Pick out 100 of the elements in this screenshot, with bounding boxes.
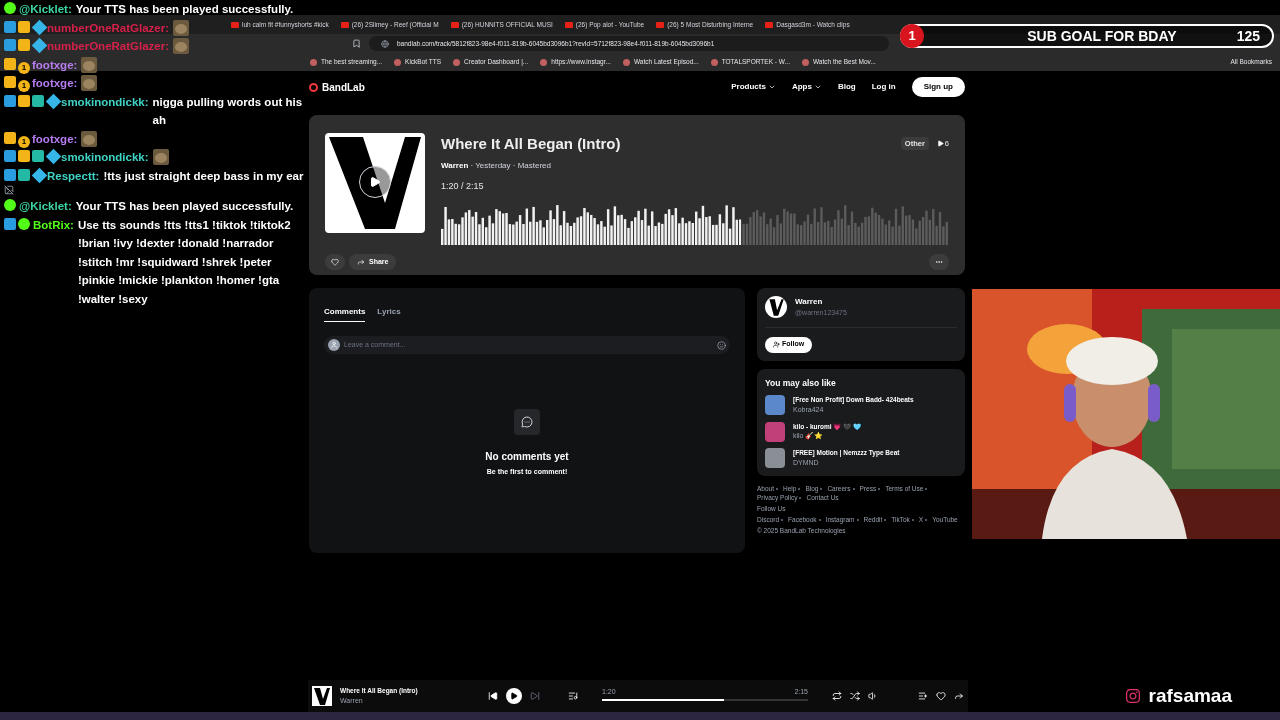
emote-icon <box>173 38 190 54</box>
track-meta: · Yesterday · Mastered <box>470 160 551 170</box>
shuffle-icon[interactable] <box>850 691 860 701</box>
goal-target: 125 <box>1236 26 1260 46</box>
profile-name[interactable]: Warren <box>795 296 847 308</box>
favicon-icon <box>801 58 809 66</box>
track-time: 1:20 / 2:15 <box>441 179 485 193</box>
section-heading: You may also like <box>765 376 837 390</box>
crown-badge-icon <box>4 131 16 144</box>
favicon-icon <box>394 58 402 66</box>
verified-badge-icon <box>4 199 16 211</box>
cover-icon <box>312 686 332 706</box>
avatar-icon <box>765 296 787 319</box>
youtube-icon <box>564 21 573 28</box>
favicon-icon <box>622 58 630 66</box>
grid-badge-icon <box>18 168 30 181</box>
tab[interactable]: Lyrics <box>377 306 401 322</box>
more-icon <box>935 258 943 266</box>
add-to-playlist-icon[interactable] <box>918 691 928 701</box>
queue-icon[interactable] <box>568 691 578 701</box>
youtube-icon <box>656 21 665 28</box>
crown-badge-icon <box>4 76 16 88</box>
bandlab-logo-icon <box>309 82 318 92</box>
moderator-badge-icon <box>4 168 16 181</box>
site-logo[interactable]: BandLab <box>309 79 365 95</box>
play-count-icon <box>936 140 944 148</box>
emote-icon <box>152 149 169 165</box>
chat-message: Use tts sounds !tts !tts1 !tiktok !tiktok2 !brian !ivy !dexter !donald !narrador !stitch !mr !squidward !shrek !peter !pinkie !mickie !plankton !homer !gta !walter !sexy <box>77 217 292 307</box>
more-options-button[interactable] <box>929 254 949 270</box>
moderator-badge-icon <box>4 94 16 107</box>
empty-title: No comments yet <box>485 450 569 464</box>
previous-icon[interactable] <box>488 691 498 701</box>
progress-bar[interactable] <box>602 699 808 702</box>
emoji-icon[interactable] <box>717 340 726 350</box>
verified-badge-icon <box>18 217 30 230</box>
favicon-icon <box>540 58 548 66</box>
chat-username: footxge: <box>32 58 78 71</box>
moderator-badge-icon <box>4 217 16 230</box>
chevron-icon <box>767 83 776 91</box>
chat-username: @Kicklet: <box>19 200 72 212</box>
volume-icon[interactable] <box>868 691 878 701</box>
chat-message: Your TTS has been played successfully. <box>75 199 294 214</box>
share-icon[interactable] <box>954 691 964 701</box>
like-button[interactable] <box>325 254 345 270</box>
chat-message: nigga pulling words out his ah <box>152 94 304 128</box>
track-title: Where It All Began (Intro) <box>441 134 621 154</box>
coin-badge: 1 <box>18 135 30 148</box>
emote-icon <box>81 75 98 91</box>
nav-link[interactable]: Log in <box>871 81 896 93</box>
chat-message: Your TTS has been played successfully. <box>75 2 294 17</box>
chat-username: @Kicklet: <box>19 3 72 15</box>
instagram-handle: rafsamaa <box>1148 683 1232 708</box>
like-icon[interactable] <box>936 691 946 701</box>
broken-image-icon <box>4 185 14 195</box>
grid-badge-icon <box>32 150 44 162</box>
chat-username: footxge: <box>32 77 78 89</box>
coin-badge: 1 <box>18 80 30 93</box>
chat-username: Respectt: <box>47 169 100 182</box>
moderator-badge-icon <box>4 150 16 162</box>
chevron-icon <box>813 83 822 91</box>
chat-username: footxge: <box>32 132 78 145</box>
chat-username: numberOneRatGlazer: <box>47 40 170 52</box>
bookmark-icon[interactable] <box>352 39 361 48</box>
chat-username: numberOneRatGlazer: <box>47 21 170 34</box>
youtube-icon <box>765 21 774 28</box>
youtube-icon <box>340 21 349 28</box>
crown-badge-icon <box>18 150 30 162</box>
youtube-icon <box>231 21 239 28</box>
album-cover[interactable] <box>325 133 425 233</box>
crown-badge-icon <box>18 39 30 51</box>
instagram-icon <box>1124 688 1141 704</box>
nav-link[interactable]: Apps <box>791 81 822 93</box>
crown-badge-icon <box>18 94 30 107</box>
next-icon[interactable] <box>530 691 540 701</box>
play-icon <box>369 176 381 188</box>
emote-icon <box>81 130 98 147</box>
play-button[interactable] <box>506 688 522 704</box>
youtube-icon <box>450 21 459 28</box>
artist-link[interactable]: Warren <box>441 160 469 170</box>
chat-username: BotRix: <box>33 218 74 231</box>
chat-username: smokinondickk: <box>61 151 149 163</box>
site-info-icon <box>381 39 389 48</box>
moderator-badge-icon <box>4 39 16 51</box>
tab[interactable]: Comments <box>324 306 366 322</box>
nav-link[interactable]: Blog <box>837 81 856 93</box>
add-user-icon <box>773 341 780 348</box>
favicon-icon <box>710 58 718 66</box>
chat-message: !tts just straight deep bass in my ear <box>103 168 304 184</box>
sign-up-button[interactable]: Sign up <box>911 77 965 97</box>
play-button[interactable] <box>359 166 391 198</box>
repeat-icon[interactable] <box>832 691 842 701</box>
favicon-icon <box>310 58 317 66</box>
nav-link[interactable]: Products <box>731 81 776 93</box>
avatar-icon <box>328 339 340 351</box>
verified-badge-icon <box>4 2 16 14</box>
favicon-icon <box>453 58 461 66</box>
share-icon <box>357 258 365 266</box>
play-icon <box>510 692 518 700</box>
heart-icon <box>331 258 339 266</box>
grid-badge-icon <box>32 94 44 107</box>
